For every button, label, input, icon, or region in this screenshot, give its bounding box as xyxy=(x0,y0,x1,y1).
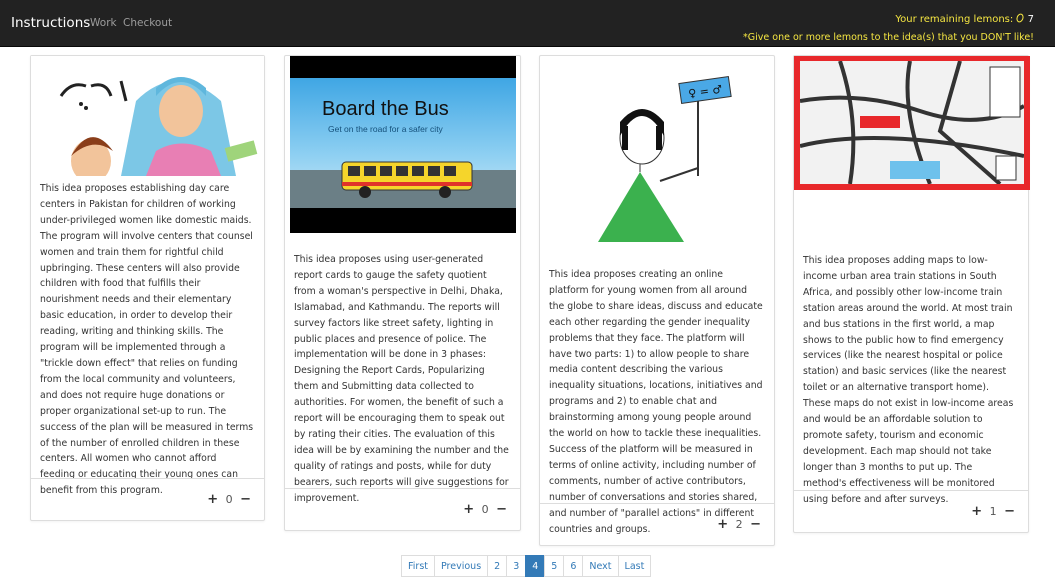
page-6[interactable]: 6 xyxy=(563,555,584,577)
vote-plus-button[interactable]: + xyxy=(463,502,474,517)
image-subtitle: Get on the road for a safer city xyxy=(328,124,443,134)
page-5[interactable]: 5 xyxy=(544,555,565,577)
idea-image: Board the Bus Get on the road for a safe… xyxy=(290,56,516,233)
lemon-icon xyxy=(1016,13,1024,23)
vote-count: 2 xyxy=(735,518,743,531)
idea-description: This idea proposes creating an online pl… xyxy=(549,269,763,535)
idea-card: ♀ = ♂ This idea proposes creating an onl… xyxy=(539,55,775,546)
vote-count: 0 xyxy=(225,493,233,506)
vote-controls: + 0 − xyxy=(207,492,251,507)
lemons-counter: Your remaining lemons: 7 xyxy=(895,13,1034,25)
page-2[interactable]: 2 xyxy=(487,555,508,577)
idea-image xyxy=(794,56,1030,190)
lemons-hint: *Give one or more lemons to the idea(s) … xyxy=(743,32,1034,43)
vote-footer: + 0 − xyxy=(285,488,520,530)
vote-count: 0 xyxy=(481,503,489,516)
top-navbar: Instructions Work Checkout Your remainin… xyxy=(0,0,1055,47)
page-4-active[interactable]: 4 xyxy=(525,555,546,577)
nav-link-checkout[interactable]: Checkout xyxy=(123,17,172,29)
vote-plus-button[interactable]: + xyxy=(717,517,728,532)
vote-minus-button[interactable]: − xyxy=(240,492,251,507)
vote-footer: + 0 − xyxy=(31,478,264,520)
vote-controls: + 1 − xyxy=(971,504,1015,519)
vote-minus-button[interactable]: − xyxy=(496,502,507,517)
page-3[interactable]: 3 xyxy=(506,555,527,577)
nav-link-work[interactable]: Work xyxy=(90,17,117,29)
vote-footer: + 1 − xyxy=(794,490,1028,532)
nav-brand[interactable]: Instructions xyxy=(11,15,90,31)
vote-plus-button[interactable]: + xyxy=(971,504,982,519)
vote-count: 1 xyxy=(989,505,997,518)
vote-footer: + 2 − xyxy=(540,503,774,545)
page-last[interactable]: Last xyxy=(617,555,652,577)
page-first[interactable]: First xyxy=(401,555,435,577)
page-next[interactable]: Next xyxy=(582,555,619,577)
vote-minus-button[interactable]: − xyxy=(1004,504,1015,519)
vote-minus-button[interactable]: − xyxy=(750,517,761,532)
idea-card: Board the Bus Get on the road for a safe… xyxy=(284,55,521,531)
idea-description: This idea proposes establishing day care… xyxy=(40,183,254,497)
idea-description: This idea proposes using user-generated … xyxy=(294,254,509,504)
idea-image: ♀ = ♂ xyxy=(540,56,774,251)
idea-description: This idea proposes adding maps to low-in… xyxy=(803,255,1014,505)
vote-plus-button[interactable]: + xyxy=(207,492,218,507)
image-title: Board the Bus xyxy=(322,98,449,120)
page-previous[interactable]: Previous xyxy=(434,555,489,577)
lemons-count: 7 xyxy=(1027,14,1034,25)
idea-card: This idea proposes adding maps to low-in… xyxy=(793,55,1030,533)
idea-image xyxy=(31,56,264,176)
pagination: First Previous 2 3 4 5 6 Next Last xyxy=(401,555,652,577)
vote-controls: + 0 − xyxy=(463,502,507,517)
lemons-label: Your remaining lemons: xyxy=(895,14,1014,25)
idea-card: This idea proposes establishing day care… xyxy=(30,55,265,521)
vote-controls: + 2 − xyxy=(717,517,761,532)
